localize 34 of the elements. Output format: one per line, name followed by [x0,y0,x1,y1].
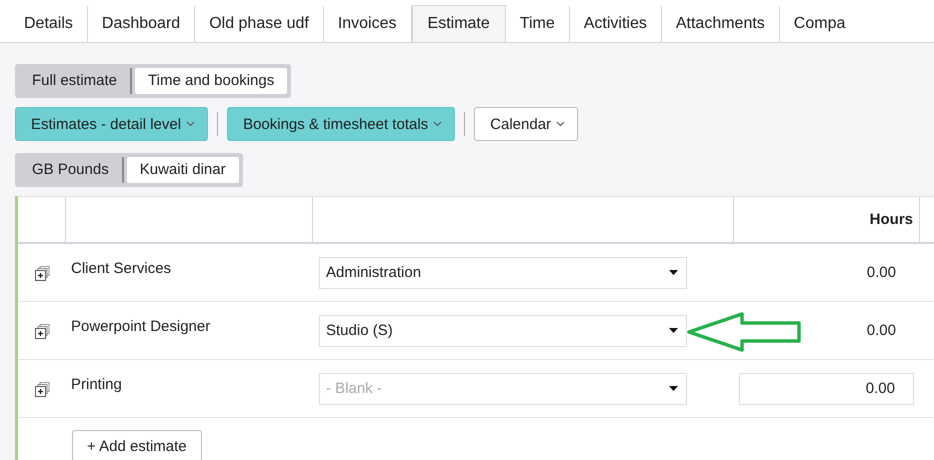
tab[interactable]: Details [10,6,88,42]
tab[interactable]: Old phase udf [195,6,324,42]
add-estimate-button[interactable]: + Add estimate [72,430,202,460]
hours-value: 0.00 [866,264,896,281]
row-name: Client Services [71,260,172,277]
filter-dropdown[interactable]: Calendar [474,107,578,141]
column-header: Hours [870,211,913,228]
tab[interactable]: Dashboard [88,6,196,42]
chevron-down-icon [186,121,196,127]
tab[interactable]: Estimate [412,5,506,42]
toggle-option[interactable]: GB Pounds [19,157,124,183]
department-dropdown[interactable]: Studio (S) [319,314,687,346]
toggle-option[interactable]: Kuwaiti dinar [126,157,239,183]
expand-icon[interactable] [34,382,50,397]
department-dropdown[interactable]: Administration [319,256,687,288]
tab[interactable]: Compa [780,6,860,42]
expand-icon[interactable] [34,324,50,339]
toggle-option[interactable]: Full estimate [19,68,132,94]
chevron-down-icon [556,121,566,127]
row-name: Powerpoint Designer [71,318,210,335]
filter-dropdown[interactable]: Bookings & timesheet totals [227,107,456,141]
tab[interactable]: Time [506,6,570,42]
toggle-option[interactable]: Time and bookings [135,68,288,94]
caret-icon [669,270,678,275]
filter-dropdown[interactable]: Estimates - detail level [15,107,208,141]
tab[interactable]: Activities [570,6,662,42]
hours-field[interactable]: 0.00 [739,372,914,404]
caret-icon [669,386,678,391]
expand-icon[interactable] [34,266,50,281]
tab[interactable]: Attachments [662,6,780,42]
row-name: Printing [71,376,122,393]
hours-value: 0.00 [866,322,896,339]
chevron-down-icon [433,121,442,127]
caret-icon [669,328,678,333]
